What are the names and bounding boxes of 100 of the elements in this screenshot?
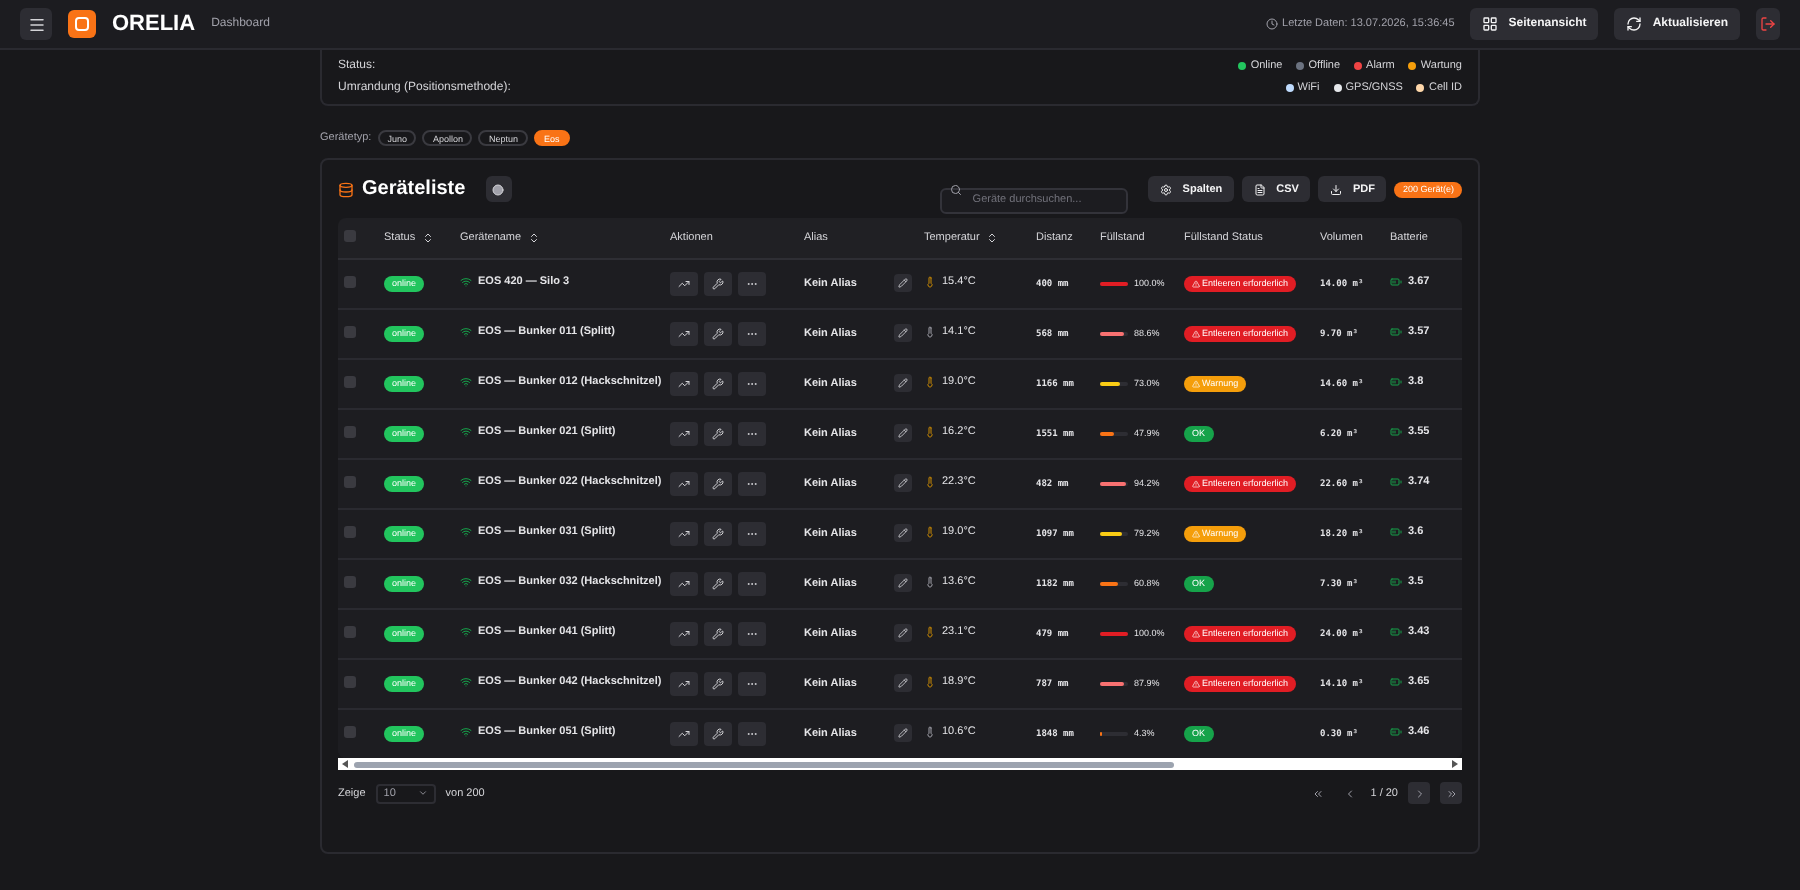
chart-button[interactable] <box>670 671 698 695</box>
wrench-icon <box>712 327 724 339</box>
last-page-button[interactable] <box>1440 782 1462 804</box>
chart-button[interactable] <box>670 271 698 295</box>
chart-button[interactable] <box>670 621 698 645</box>
trend-icon <box>678 427 690 439</box>
row-checkbox[interactable] <box>344 525 356 537</box>
row-checkbox[interactable] <box>344 625 356 637</box>
app-title: ORELIA <box>112 12 196 36</box>
download-icon <box>1330 183 1343 195</box>
wifi-icon <box>460 275 472 287</box>
wrench-button[interactable] <box>704 721 732 745</box>
double-chevron-right-icon <box>1445 787 1457 799</box>
pencil-icon <box>898 428 908 438</box>
thermometer-icon <box>924 575 936 587</box>
wifi-icon <box>460 625 472 637</box>
battery-icon <box>1390 725 1402 737</box>
warning-icon <box>1192 329 1200 337</box>
wrench-icon <box>712 377 724 389</box>
warning-icon <box>1192 529 1200 537</box>
list-title: Geräteliste <box>362 178 466 200</box>
chart-button[interactable] <box>670 321 698 345</box>
row-checkbox[interactable] <box>344 325 356 337</box>
row-checkbox[interactable] <box>344 575 356 587</box>
wrench-button[interactable] <box>704 521 732 545</box>
battery-icon <box>1390 325 1402 337</box>
row-checkbox[interactable] <box>344 425 356 437</box>
wrench-icon <box>712 427 724 439</box>
row-checkbox[interactable] <box>344 375 356 387</box>
edit-alias-button[interactable] <box>894 424 912 442</box>
warning-icon <box>1192 379 1200 387</box>
wrench-button[interactable] <box>704 471 732 495</box>
wrench-button[interactable] <box>704 571 732 595</box>
file-icon <box>1254 183 1267 195</box>
edit-alias-button[interactable] <box>894 574 912 592</box>
warning-icon <box>1192 679 1200 687</box>
wrench-button[interactable] <box>704 671 732 695</box>
edit-alias-button[interactable] <box>894 274 912 292</box>
wrench-button[interactable] <box>704 621 732 645</box>
battery-icon <box>1390 375 1402 387</box>
wifi-icon <box>460 475 472 487</box>
menu-button[interactable] <box>20 8 52 40</box>
pencil-icon <box>898 628 908 638</box>
status-filter-button[interactable] <box>485 176 512 202</box>
thermometer-icon <box>924 375 936 387</box>
pencil-icon <box>898 478 908 488</box>
thermometer-icon <box>924 675 936 687</box>
chart-button[interactable] <box>670 571 698 595</box>
chart-button[interactable] <box>670 471 698 495</box>
trend-icon <box>678 727 690 739</box>
pencil-icon <box>898 278 908 288</box>
pencil-icon <box>898 578 908 588</box>
chart-button[interactable] <box>670 521 698 545</box>
thermometer-icon <box>924 625 936 637</box>
battery-icon <box>1390 275 1402 287</box>
chart-button[interactable] <box>670 371 698 395</box>
battery-icon <box>1390 475 1402 487</box>
logout-button[interactable] <box>1756 8 1780 40</box>
pencil-icon <box>898 328 908 338</box>
row-checkbox[interactable] <box>344 475 356 487</box>
trend-icon <box>678 477 690 489</box>
chevron-down-icon <box>417 788 428 798</box>
edit-alias-button[interactable] <box>894 724 912 742</box>
wrench-button[interactable] <box>704 421 732 445</box>
wrench-button[interactable] <box>704 371 732 395</box>
chart-button[interactable] <box>670 421 698 445</box>
row-checkbox[interactable] <box>344 725 356 737</box>
thermometer-icon <box>924 525 936 537</box>
menu-icon <box>27 15 45 33</box>
thermometer-icon <box>924 275 936 287</box>
battery-icon <box>1390 625 1402 637</box>
edit-alias-button[interactable] <box>894 524 912 542</box>
logout-icon <box>1760 16 1776 32</box>
row-checkbox[interactable] <box>344 275 356 287</box>
trend-icon <box>678 327 690 339</box>
wifi-icon <box>460 425 472 437</box>
wifi-icon <box>460 525 472 537</box>
thermometer-icon <box>924 725 936 737</box>
select-all-checkbox[interactable] <box>344 229 356 242</box>
wrench-button[interactable] <box>704 321 732 345</box>
edit-alias-button[interactable] <box>894 624 912 642</box>
pencil-icon <box>898 728 908 738</box>
search-icon <box>950 183 963 195</box>
edit-alias-button[interactable] <box>894 374 912 392</box>
wrench-icon <box>712 577 724 589</box>
row-checkbox[interactable] <box>344 675 356 687</box>
gear-icon <box>1160 183 1173 195</box>
wifi-icon <box>460 325 472 337</box>
wrench-button[interactable] <box>704 271 732 295</box>
refresh-icon <box>1626 16 1643 32</box>
edit-alias-button[interactable] <box>894 674 912 692</box>
edit-alias-button[interactable] <box>894 324 912 342</box>
chart-button[interactable] <box>670 721 698 745</box>
chevron-right-icon <box>1413 787 1425 799</box>
horizontal-scrollbar[interactable] <box>338 758 1462 770</box>
wifi-icon <box>460 375 472 387</box>
edit-alias-button[interactable] <box>894 474 912 492</box>
database-icon <box>338 181 354 197</box>
wifi-icon <box>460 725 472 737</box>
next-page-button[interactable] <box>1408 782 1430 804</box>
